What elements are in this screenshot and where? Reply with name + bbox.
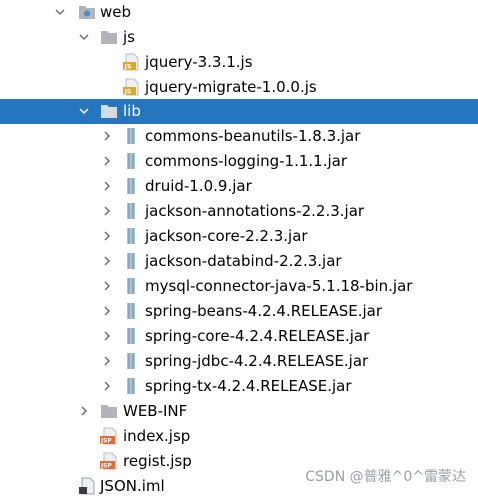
tree-node-jar[interactable]: jackson-annotations-2.2.3.jar — [0, 199, 478, 224]
tree-node-label: web — [100, 3, 132, 21]
jar-library-icon — [122, 202, 140, 220]
chevron-down-icon[interactable] — [77, 104, 91, 118]
chevron-down-icon[interactable] — [77, 30, 91, 44]
project-tree: web js JS jquery-3.3.1.js JS jquery-migr… — [0, 0, 478, 496]
svg-text:JS: JS — [124, 63, 132, 71]
tree-node-jar[interactable]: jackson-databind-2.2.3.jar — [0, 249, 478, 274]
jsp-file-icon: JSP — [100, 427, 118, 445]
tree-node-web[interactable]: web — [0, 0, 478, 25]
tree-node-label: mysql-connector-java-5.1.18-bin.jar — [145, 277, 413, 295]
jar-library-icon — [122, 377, 140, 395]
chevron-right-icon[interactable] — [100, 129, 114, 143]
jar-library-icon — [122, 227, 140, 245]
jar-library-icon — [122, 277, 140, 295]
tree-node-jar[interactable]: commons-logging-1.1.1.jar — [0, 149, 478, 174]
folder-icon — [100, 102, 118, 120]
tree-file-js[interactable]: JS jquery-3.3.1.js — [0, 50, 478, 75]
tree-node-web-inf[interactable]: WEB-INF — [0, 399, 478, 424]
tree-node-jar[interactable]: spring-jdbc-4.2.4.RELEASE.jar — [0, 349, 478, 374]
tree-node-label: regist.jsp — [123, 452, 192, 470]
tree-node-js[interactable]: js — [0, 25, 478, 50]
tree-node-jar[interactable]: jackson-core-2.2.3.jar — [0, 224, 478, 249]
chevron-right-icon[interactable] — [100, 304, 114, 318]
tree-node-label: JSON.iml — [100, 477, 165, 495]
chevron-right-icon[interactable] — [100, 329, 114, 343]
tree-node-label: jackson-annotations-2.2.3.jar — [145, 202, 365, 220]
svg-text:JS: JS — [124, 88, 132, 96]
tree-node-label: spring-core-4.2.4.RELEASE.jar — [145, 327, 370, 345]
web-folder-icon — [78, 3, 96, 21]
tree-node-label: spring-tx-4.2.4.RELEASE.jar — [145, 377, 352, 395]
tree-node-lib[interactable]: lib — [0, 99, 478, 124]
tree-node-label: jackson-databind-2.2.3.jar — [145, 252, 342, 270]
jar-library-icon — [122, 327, 140, 345]
chevron-right-icon[interactable] — [100, 254, 114, 268]
tree-node-label: jquery-migrate-1.0.0.js — [145, 78, 317, 96]
tree-node-label: commons-beanutils-1.8.3.jar — [145, 127, 361, 145]
chevron-right-icon[interactable] — [100, 379, 114, 393]
watermark: CSDN @普雅^0^雷蒙达 — [305, 469, 466, 485]
jsp-file-icon: JSP — [100, 452, 118, 470]
jar-library-icon — [122, 352, 140, 370]
tree-node-jar[interactable]: spring-core-4.2.4.RELEASE.jar — [0, 324, 478, 349]
tree-node-label: index.jsp — [123, 427, 191, 445]
svg-text:JSP: JSP — [100, 439, 112, 445]
chevron-right-icon[interactable] — [100, 204, 114, 218]
chevron-right-icon[interactable] — [100, 154, 114, 168]
tree-node-jar[interactable]: spring-beans-4.2.4.RELEASE.jar — [0, 299, 478, 324]
jar-library-icon — [122, 302, 140, 320]
tree-node-label: commons-logging-1.1.1.jar — [145, 152, 348, 170]
tree-node-label: js — [123, 28, 135, 46]
tree-file-jsp[interactable]: JSP index.jsp — [0, 424, 478, 449]
js-file-icon: JS — [122, 53, 140, 71]
iml-file-icon — [78, 477, 96, 495]
jar-library-icon — [122, 252, 140, 270]
jar-library-icon — [122, 152, 140, 170]
tree-node-label: spring-jdbc-4.2.4.RELEASE.jar — [145, 352, 369, 370]
tree-node-jar[interactable]: druid-1.0.9.jar — [0, 174, 478, 199]
chevron-right-icon[interactable] — [100, 279, 114, 293]
tree-node-label: jackson-core-2.2.3.jar — [145, 227, 308, 245]
js-file-icon: JS — [122, 78, 140, 96]
jar-library-icon — [122, 127, 140, 145]
folder-icon — [100, 28, 118, 46]
tree-node-label: jquery-3.3.1.js — [145, 53, 253, 71]
jar-library-icon — [122, 177, 140, 195]
svg-text:JSP: JSP — [100, 464, 112, 470]
chevron-down-icon[interactable] — [53, 5, 67, 19]
chevron-right-icon[interactable] — [100, 229, 114, 243]
tree-node-label: spring-beans-4.2.4.RELEASE.jar — [145, 302, 383, 320]
tree-node-label: lib — [123, 102, 141, 120]
chevron-right-icon[interactable] — [77, 404, 91, 418]
tree-node-label: WEB-INF — [123, 402, 188, 420]
folder-icon — [100, 402, 118, 420]
tree-node-jar[interactable]: spring-tx-4.2.4.RELEASE.jar — [0, 374, 478, 399]
tree-node-label: druid-1.0.9.jar — [145, 177, 252, 195]
tree-file-js[interactable]: JS jquery-migrate-1.0.0.js — [0, 75, 478, 100]
chevron-right-icon[interactable] — [100, 179, 114, 193]
tree-node-jar[interactable]: mysql-connector-java-5.1.18-bin.jar — [0, 274, 478, 299]
tree-node-jar[interactable]: commons-beanutils-1.8.3.jar — [0, 124, 478, 149]
chevron-right-icon[interactable] — [100, 354, 114, 368]
